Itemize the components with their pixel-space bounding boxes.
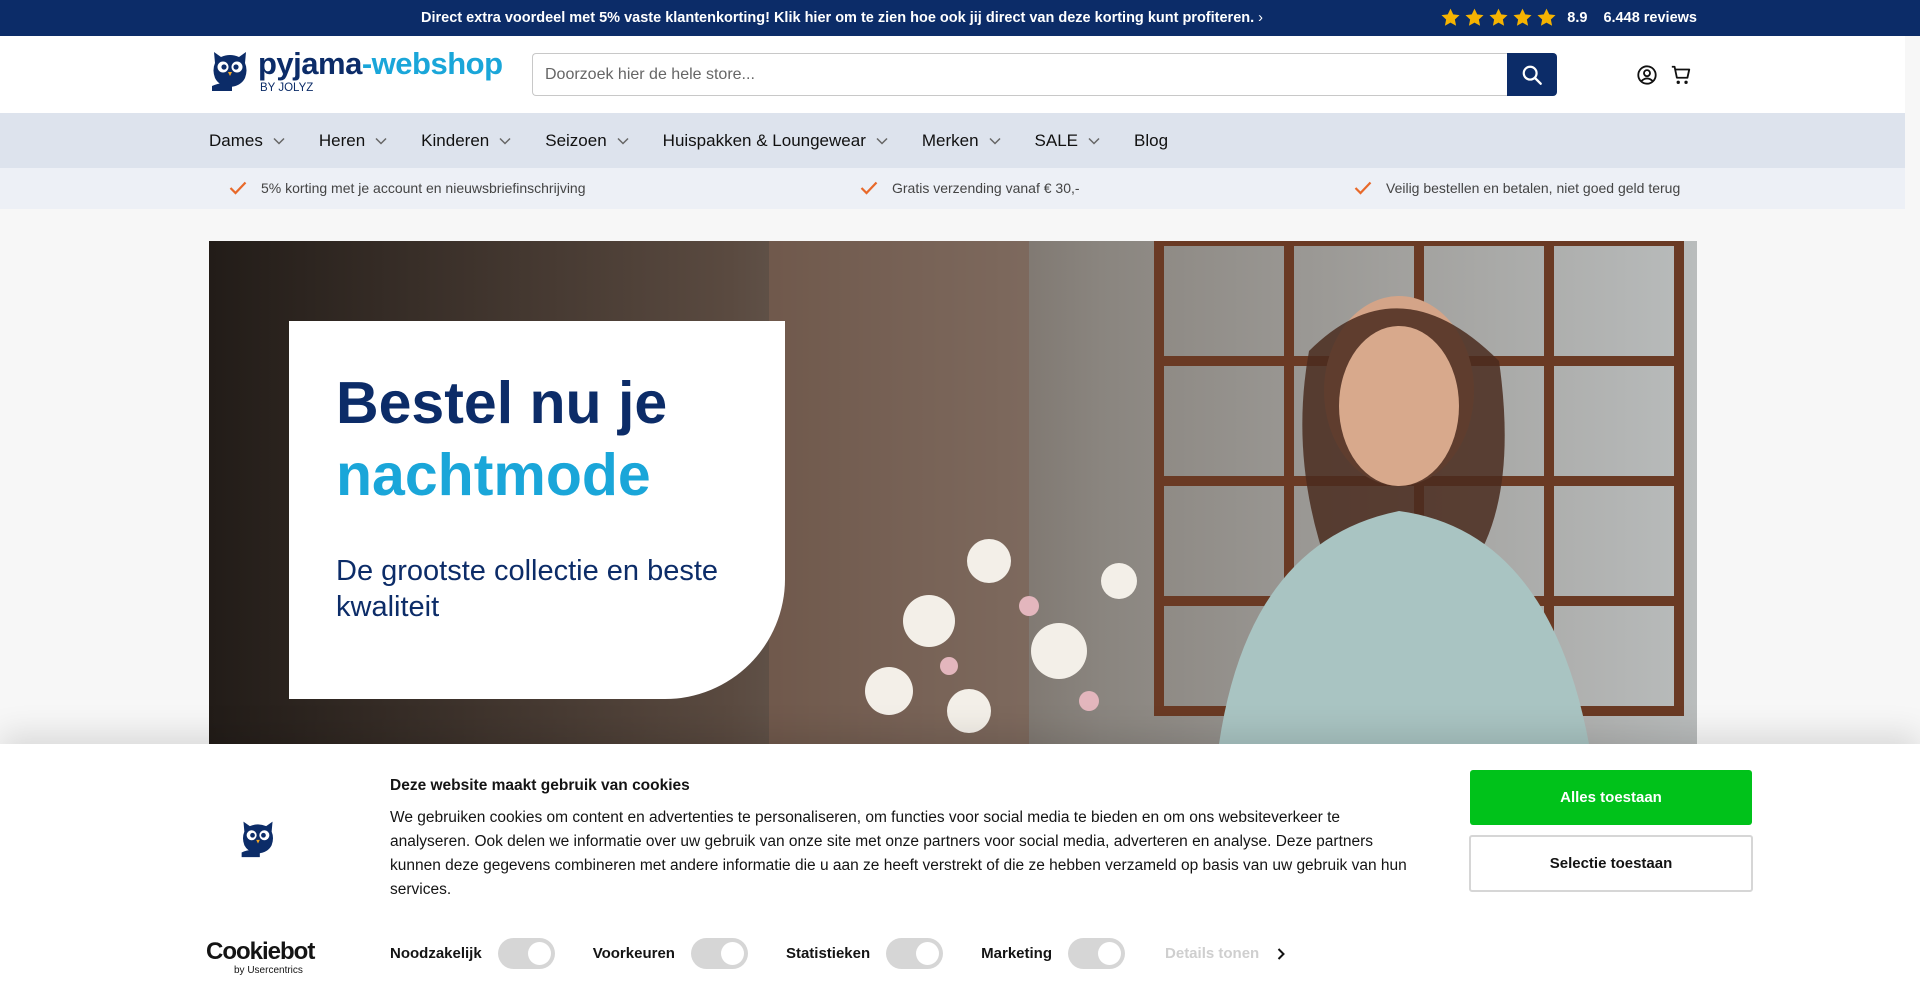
chevron-right-icon: › (1258, 10, 1263, 26)
hero-subtitle: De grootste collectie en beste kwaliteit (336, 555, 719, 623)
chevron-down-icon (617, 137, 629, 145)
hero-card: Bestel nu je nachtmode De grootste colle… (289, 321, 785, 699)
star-icon (1465, 8, 1484, 26)
cookie-consent-toggles: Noodzakelijk Voorkeuren Statistieken Mar… (390, 938, 1286, 969)
check-icon (860, 181, 878, 195)
toggle-switch-statistics[interactable] (886, 938, 944, 969)
brand-name: pyjama-webshop (258, 46, 503, 81)
rating-reviews-count: 6.448 reviews (1603, 9, 1697, 26)
hero-banner[interactable]: Bestel nu je nachtmode De grootste colle… (209, 241, 1697, 744)
nav-item-seizoen[interactable]: Seizoen (545, 131, 629, 151)
chevron-down-icon (375, 137, 387, 145)
search-input[interactable] (532, 53, 1507, 96)
rating-stars (1440, 7, 1557, 28)
search-icon (1522, 65, 1542, 85)
chevron-right-icon (1277, 947, 1286, 960)
allow-selection-button[interactable]: Selectie toestaan (1469, 835, 1753, 892)
account-icon[interactable] (1636, 64, 1658, 86)
cookie-title: Deze website maakt gebruik van cookies (390, 777, 690, 794)
owl-logo-icon (241, 821, 273, 858)
nav-item-merken[interactable]: Merken (922, 131, 1001, 151)
switch-knob (527, 942, 551, 965)
chevron-down-icon (1088, 137, 1100, 145)
details-toggle-link[interactable]: Details tonen (1165, 945, 1286, 962)
switch-knob (916, 942, 940, 965)
promo-bar: Direct extra voordeel met 5% vaste klant… (0, 0, 1920, 36)
cookie-description: We gebruiken cookies om content en adver… (390, 809, 1407, 898)
hero-title-line1: Bestel nu je (336, 370, 668, 436)
nav-item-huispakken[interactable]: Huispakken & Loungewear (663, 131, 888, 151)
cookie-banner: Deze website maakt gebruik van cookies W… (0, 744, 1920, 993)
header-actions (1636, 64, 1692, 86)
toggle-switch-preferences[interactable] (690, 938, 748, 969)
toggle-label: Statistieken (785, 945, 871, 962)
switch-knob (720, 942, 744, 965)
toggle-label: Marketing (981, 945, 1053, 962)
main-navigation: Dames Heren Kinderen Seizoen Huispakken … (0, 113, 1905, 168)
chevron-down-icon (989, 137, 1001, 145)
promo-text: Direct extra voordeel met 5% vaste klant… (421, 10, 1255, 26)
reviews-rating[interactable]: 8.9 6.448 reviews (1440, 7, 1697, 28)
cookiebot-byline: by Usercentrics (234, 965, 303, 976)
site-logo[interactable]: pyjama-webshop BY JOLYZ (208, 48, 503, 94)
usp-item: 5% korting met je account en nieuwsbrief… (229, 180, 586, 196)
chevron-down-icon (273, 137, 285, 145)
check-icon (1354, 181, 1372, 195)
star-icon (1489, 8, 1508, 26)
toggle-switch-marketing[interactable] (1068, 938, 1126, 969)
allow-all-button[interactable]: Alles toestaan (1470, 770, 1752, 825)
star-icon (1537, 8, 1556, 26)
switch-knob (1098, 942, 1122, 965)
search-button[interactable] (1507, 53, 1557, 96)
toggle-switch-necessary[interactable] (497, 938, 555, 969)
nav-item-sale[interactable]: SALE (1035, 131, 1100, 151)
nav-item-dames[interactable]: Dames (209, 131, 285, 151)
nav-item-blog[interactable]: Blog (1134, 131, 1168, 151)
check-icon (229, 181, 247, 195)
chevron-down-icon (499, 137, 511, 145)
nav-item-kinderen[interactable]: Kinderen (421, 131, 511, 151)
toggle-label: Noodzakelijk (390, 945, 482, 962)
chevron-down-icon (876, 137, 888, 145)
cookiebot-logo[interactable]: Cookiebot by Usercentrics (206, 938, 315, 977)
toggle-marketing: Marketing (981, 938, 1126, 969)
nav-list: Dames Heren Kinderen Seizoen Huispakken … (209, 131, 1202, 151)
toggle-preferences: Voorkeuren (593, 938, 748, 969)
promo-link[interactable]: Direct extra voordeel met 5% vaste klant… (421, 10, 1263, 26)
toggle-label: Voorkeuren (592, 945, 675, 962)
toggle-statistics: Statistieken (785, 938, 944, 969)
cookiebot-brand: Cookiebot (206, 938, 315, 965)
nav-item-heren[interactable]: Heren (319, 131, 387, 151)
toggle-necessary: Noodzakelijk (390, 938, 555, 969)
brand-byline: BY JOLYZ (260, 82, 314, 94)
usp-item: Gratis verzending vanaf € 30,- (860, 180, 1080, 196)
star-icon (1513, 8, 1532, 26)
rating-score: 8.9 (1567, 9, 1588, 26)
usp-bar: 5% korting met je account en nieuwsbrief… (0, 168, 1905, 209)
hero-title-line2: nachtmode (336, 442, 651, 508)
search-form (532, 53, 1557, 96)
owl-logo-icon (212, 52, 247, 91)
usp-item: Veilig bestellen en betalen, niet goed g… (1354, 180, 1680, 196)
star-icon (1441, 8, 1460, 26)
site-header: pyjama-webshop BY JOLYZ (0, 36, 1905, 113)
cart-icon[interactable] (1670, 64, 1692, 86)
